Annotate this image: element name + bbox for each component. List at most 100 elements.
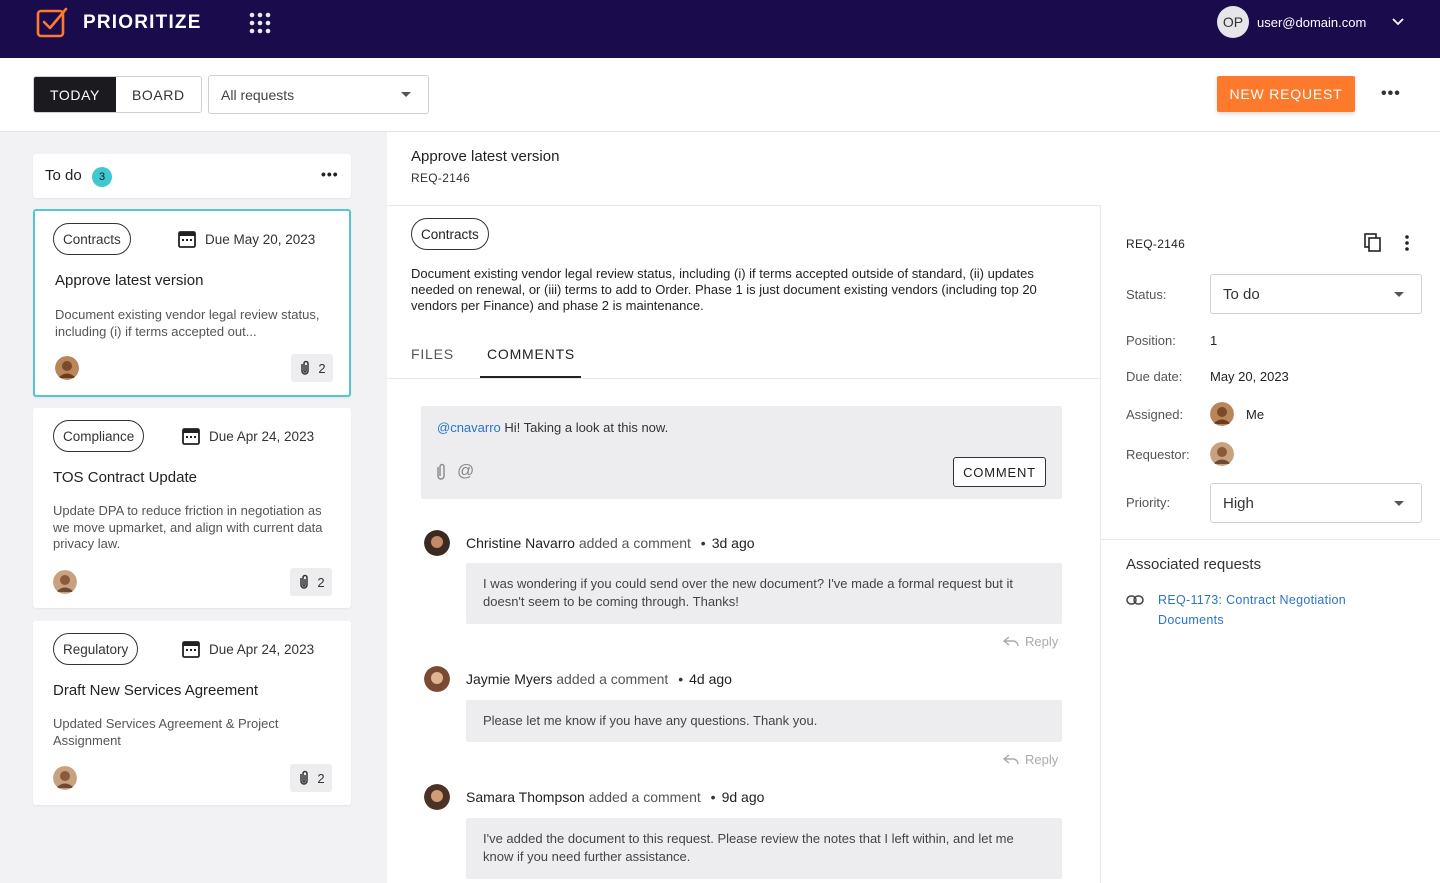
board-view-button[interactable]: BOARD: [115, 77, 201, 112]
associated-request-link[interactable]: REQ-1173: Contract Negotiation Documents: [1158, 590, 1378, 630]
paperclip-icon: [301, 360, 310, 375]
due-date-text: Due Apr 24, 2023: [209, 641, 315, 657]
request-id: REQ-2146: [1126, 237, 1186, 251]
comment-time: 4d ago: [689, 671, 732, 687]
attachment-count[interactable]: 2: [290, 568, 332, 596]
user-email[interactable]: user@domain.com: [1257, 15, 1366, 30]
today-view-button[interactable]: TODAY: [34, 77, 116, 112]
requestor-avatar[interactable]: [1210, 442, 1234, 466]
card-description: Document existing vendor legal review st…: [55, 307, 320, 339]
more-horizontal-icon[interactable]: •••: [1381, 86, 1401, 102]
comment-action: added a comment: [584, 789, 701, 805]
more-vertical-icon[interactable]: [1401, 233, 1413, 253]
caret-down-icon: [1394, 501, 1404, 506]
calendar-icon: [182, 641, 200, 658]
assignee-avatar: [53, 766, 77, 790]
reply-button[interactable]: Reply: [1003, 752, 1058, 767]
comment-body: I've added the document to this request.…: [466, 818, 1062, 879]
comment-composer[interactable]: @cnavarro Hi! Taking a look at this now.…: [421, 406, 1062, 499]
assignee-avatar: [53, 570, 77, 594]
comment-action: added a comment: [574, 535, 691, 551]
comment-button[interactable]: COMMENT: [953, 457, 1046, 487]
comment-author[interactable]: Christine Navarro: [466, 535, 575, 551]
position-value: 1: [1210, 333, 1218, 348]
active-tab-indicator: [480, 376, 581, 378]
status-value: To do: [1223, 285, 1260, 303]
separator-dot: •: [710, 789, 716, 805]
position-label: Position:: [1126, 333, 1176, 348]
attachment-count-text: 2: [317, 770, 325, 786]
card-title: TOS Contract Update: [53, 469, 197, 486]
calendar-icon: [182, 428, 200, 445]
card-title: Approve latest version: [55, 272, 204, 289]
attachment-count-text: 2: [318, 360, 326, 376]
due-date: Due Apr 24, 2023: [181, 639, 314, 659]
user-avatar[interactable]: OP: [1217, 6, 1249, 38]
tab-comments[interactable]: COMMENTS: [487, 346, 575, 362]
tag-chip: Compliance: [53, 420, 145, 452]
comment-time: 3d ago: [711, 535, 755, 551]
reply-button[interactable]: Reply: [1003, 634, 1058, 649]
assigned-value: Me: [1246, 407, 1265, 422]
comment-header: Samara Thompson added a comment • 9d ago: [466, 789, 764, 805]
calendar-icon: [178, 231, 196, 248]
more-horizontal-icon[interactable]: •••: [321, 167, 339, 181]
assignee-avatar[interactable]: [1210, 402, 1234, 426]
request-card[interactable]: Contracts Due May 20, 2023 Approve lates…: [33, 209, 351, 397]
assigned-label: Assigned:: [1126, 407, 1184, 422]
due-date-text: Due Apr 24, 2023: [209, 428, 315, 444]
toolbar: TODAY BOARD All requests NEW REQUEST •••: [0, 58, 1440, 132]
commenter-avatar: [424, 784, 450, 810]
column-title: To do: [45, 167, 82, 184]
filter-value: All requests: [221, 86, 295, 103]
paperclip-icon[interactable]: [435, 463, 447, 481]
request-id: REQ-2146: [411, 171, 471, 185]
reply-icon: [1003, 635, 1019, 646]
apps-grid-icon[interactable]: [249, 12, 271, 34]
todo-column: To do 3 ••• Contracts Due May 20, 2023 A…: [0, 132, 387, 883]
card-description: Update DPA to reduce friction in negotia…: [53, 503, 323, 551]
detail-header: Approve latest version REQ-2146: [387, 132, 1440, 206]
attachment-count-text: 2: [317, 574, 325, 590]
commenter-avatar: [424, 530, 450, 556]
commenter-avatar: [424, 666, 450, 692]
reply-label: Reply: [1025, 752, 1059, 767]
request-card[interactable]: Compliance Due Apr 24, 2023 TOS Contract…: [33, 408, 351, 608]
comment-body: I was wondering if you could send over t…: [466, 563, 1062, 624]
checkbox-logo-icon: [36, 7, 68, 38]
comment-author[interactable]: Jaymie Myers: [466, 671, 552, 687]
due-date-value: May 20, 2023: [1210, 369, 1289, 384]
detail-tabs: FILES COMMENTS: [387, 336, 1100, 379]
priority-value: High: [1223, 494, 1254, 512]
tag-chip: Regulatory: [53, 633, 139, 665]
due-date-label: Due date:: [1126, 369, 1183, 384]
priority-select[interactable]: High: [1210, 483, 1422, 523]
attachment-count[interactable]: 2: [291, 354, 333, 382]
request-card[interactable]: Regulatory Due Apr 24, 2023 Draft New Se…: [33, 621, 351, 805]
priority-label: Priority:: [1126, 495, 1171, 510]
draft-text: Hi! Taking a look at this now.: [500, 420, 669, 435]
comment-draft[interactable]: @cnavarro Hi! Taking a look at this now.: [437, 420, 668, 435]
link-icon: [1126, 595, 1144, 605]
request-filter-select[interactable]: All requests: [208, 75, 429, 114]
tag-chip: Contracts: [53, 223, 131, 255]
mention-icon[interactable]: @: [457, 461, 474, 481]
top-bar: PRIORITIZE OP user@domain.com: [0, 0, 1440, 58]
column-header: To do 3 •••: [33, 154, 351, 198]
attachment-count[interactable]: 2: [290, 764, 332, 792]
card-description: Updated Services Agreement & Project Ass…: [53, 716, 279, 748]
app-title: PRIORITIZE: [83, 12, 202, 33]
reply-icon: [1003, 753, 1019, 764]
new-request-button[interactable]: NEW REQUEST: [1217, 76, 1355, 112]
status-select[interactable]: To do: [1210, 274, 1422, 314]
comment-author[interactable]: Samara Thompson: [466, 789, 585, 805]
assignee-avatar: [55, 356, 79, 380]
copy-icon[interactable]: [1364, 233, 1382, 253]
mention[interactable]: @cnavarro: [437, 420, 501, 435]
caret-down-icon: [1394, 292, 1404, 297]
comment-header: Christine Navarro added a comment • 3d ag…: [466, 535, 755, 551]
tab-files[interactable]: FILES: [411, 346, 454, 362]
chevron-down-icon[interactable]: [1390, 14, 1406, 30]
view-switcher: TODAY BOARD: [33, 76, 202, 113]
comment-header: Jaymie Myers added a comment • 4d ago: [466, 671, 732, 687]
